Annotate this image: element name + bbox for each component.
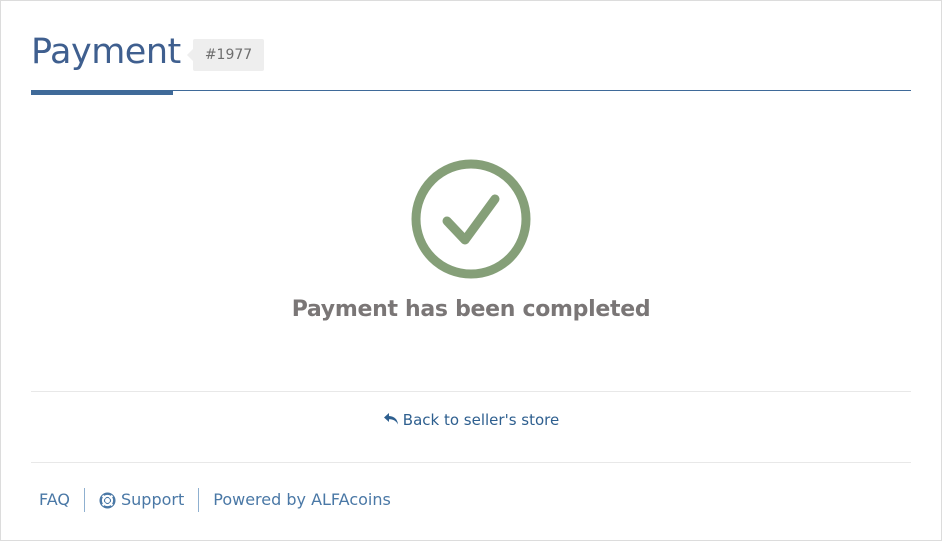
payment-status: Payment has been completed [31,151,911,322]
status-message: Payment has been completed [291,297,651,322]
check-circle-icon [411,159,531,279]
support-label: Support [121,490,185,509]
powered-by-link[interactable]: Powered by ALFAcoins [199,488,405,512]
back-to-store-label: Back to seller's store [402,411,560,429]
header-divider-accent [31,90,173,95]
reply-icon [383,413,398,425]
lifebuoy-icon [99,491,116,509]
payment-panel: Payment #1977 Payment has been completed… [0,0,942,541]
support-link[interactable]: Support [85,488,198,512]
page-title: Payment [31,32,181,72]
content-divider [31,391,911,392]
order-number-badge: #1977 [187,39,264,71]
footer-divider [31,462,911,463]
powered-by-label: Powered by ALFAcoins [213,490,391,509]
faq-label: FAQ [39,490,70,509]
footer: FAQ Support Powered by ALFAcoins [31,485,405,515]
back-to-store-link[interactable]: Back to seller's store [31,411,911,429]
faq-link[interactable]: FAQ [31,488,84,512]
